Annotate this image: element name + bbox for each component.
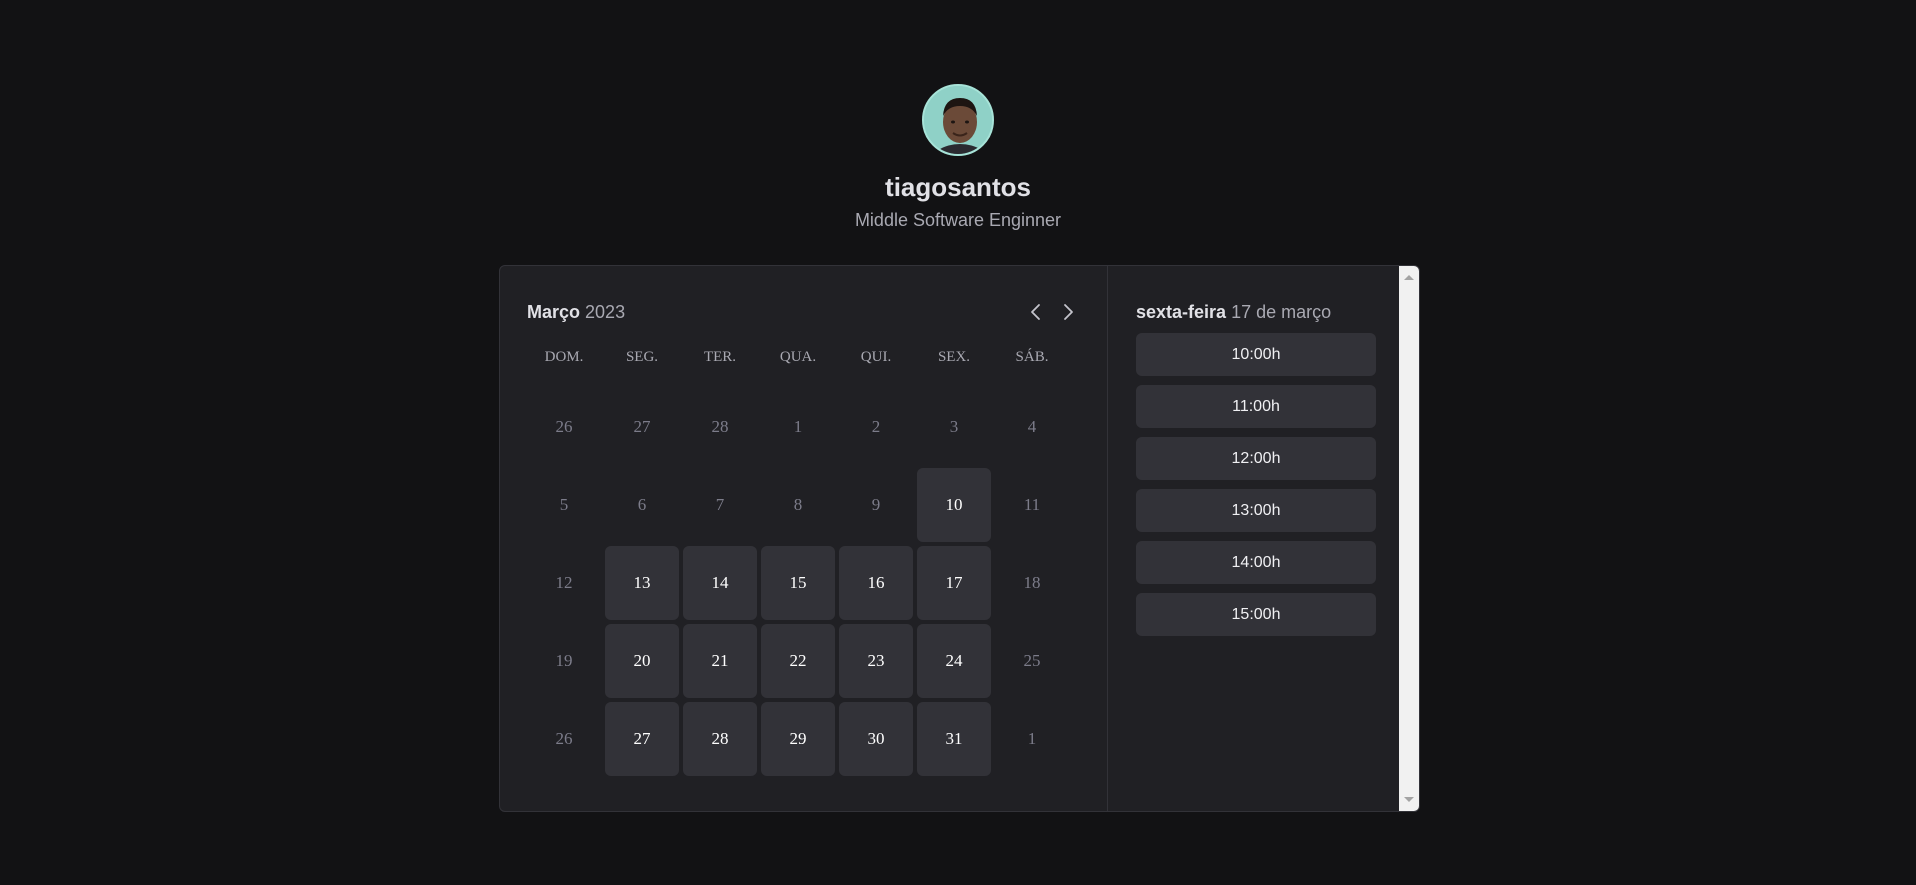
- chevron-left-icon: [1031, 304, 1040, 320]
- calendar-day-available[interactable]: 29: [761, 702, 835, 776]
- calendar-day-disabled: 3: [949, 417, 959, 436]
- calendar-day-disabled: 6: [637, 495, 647, 514]
- scheduling-card: Março 2023 DOM. SEG. TER. QUA. QUI. SEX. SÁB. …: [499, 265, 1420, 812]
- weekday-label: SEX.: [937, 348, 971, 365]
- calendar-day-available[interactable]: 27: [605, 702, 679, 776]
- month-label: Março: [527, 301, 581, 322]
- calendar-days-grid: 26 27 28 1 2 3 4 5 6 7 8 9 10 11 12 13 14 15 16 17 18 19 20 21 2…: [527, 390, 1080, 776]
- scroll-down-arrow-icon[interactable]: [1404, 797, 1414, 802]
- previous-month-button[interactable]: [1024, 300, 1048, 324]
- weekday-label: DOM.: [544, 348, 584, 365]
- calendar-day-disabled: 7: [715, 495, 725, 514]
- calendar: Março 2023 DOM. SEG. TER. QUA. QUI. SEX. SÁB. …: [500, 266, 1107, 811]
- weekday-label: TER.: [703, 348, 737, 365]
- time-picker: sexta-feira 17 de março 10:00h 11:00h 12:0…: [1107, 266, 1401, 811]
- weekday-label: QUI.: [860, 348, 892, 365]
- selected-date-title: sexta-feira 17 de março: [1136, 296, 1373, 328]
- calendar-day-available[interactable]: 24: [917, 624, 991, 698]
- avatar: [922, 84, 994, 156]
- calendar-day-disabled: 8: [793, 495, 803, 514]
- scrollbar[interactable]: [1399, 266, 1419, 811]
- time-slot-list: 10:00h 11:00h 12:00h 13:00h 14:00h 15:00h: [1136, 333, 1376, 636]
- calendar-day-disabled: 12: [555, 573, 573, 592]
- time-slot-button[interactable]: 12:00h: [1136, 437, 1376, 480]
- calendar-day-available[interactable]: 15: [761, 546, 835, 620]
- calendar-day-disabled: 1: [793, 417, 803, 436]
- calendar-day-available[interactable]: 22: [761, 624, 835, 698]
- calendar-day-available[interactable]: 14: [683, 546, 757, 620]
- username: tiagosantos: [885, 172, 1031, 202]
- calendar-day-disabled: 5: [559, 495, 569, 514]
- calendar-day-available[interactable]: 10: [917, 468, 991, 542]
- next-month-button[interactable]: [1056, 300, 1080, 324]
- profile-header: tiagosantos Middle Software Enginner: [0, 84, 1916, 232]
- scroll-up-arrow-icon[interactable]: [1404, 275, 1414, 280]
- calendar-day-available[interactable]: 13: [605, 546, 679, 620]
- calendar-header: Março 2023: [527, 296, 1080, 328]
- chevron-right-icon: [1064, 304, 1073, 320]
- calendar-day-available[interactable]: 17: [917, 546, 991, 620]
- calendar-day-disabled: 11: [1023, 495, 1041, 514]
- month-navigation: [1024, 300, 1080, 324]
- calendar-day-disabled: 2: [871, 417, 881, 436]
- time-slot-button[interactable]: 10:00h: [1136, 333, 1376, 376]
- user-role: Middle Software Enginner: [854, 210, 1062, 230]
- selected-date: 17 de março: [1231, 301, 1332, 322]
- month-title: Março 2023: [527, 302, 625, 323]
- time-slot-button[interactable]: 13:00h: [1136, 489, 1376, 532]
- time-slot-button[interactable]: 14:00h: [1136, 541, 1376, 584]
- time-slot-button[interactable]: 15:00h: [1136, 593, 1376, 636]
- calendar-day-available[interactable]: 23: [839, 624, 913, 698]
- weekday-header-row: DOM. SEG. TER. QUA. QUI. SEX. SÁB.: [527, 346, 1080, 368]
- weekday-label: QUA.: [779, 348, 817, 365]
- calendar-day-disabled: 26: [555, 729, 573, 748]
- weekday-label: SEG.: [625, 348, 659, 365]
- calendar-day-available[interactable]: 16: [839, 546, 913, 620]
- calendar-day-available[interactable]: 31: [917, 702, 991, 776]
- calendar-day-disabled: 9: [871, 495, 881, 514]
- calendar-day-disabled: 26: [555, 417, 573, 436]
- calendar-day-available[interactable]: 21: [683, 624, 757, 698]
- calendar-day-disabled: 25: [1023, 651, 1041, 670]
- calendar-day-disabled: 18: [1023, 573, 1041, 592]
- selected-weekday: sexta-feira: [1136, 301, 1227, 322]
- calendar-day-disabled: 19: [555, 651, 573, 670]
- calendar-day-available[interactable]: 30: [839, 702, 913, 776]
- calendar-day-disabled: 28: [711, 417, 729, 436]
- calendar-day-disabled: 1: [1027, 729, 1037, 748]
- calendar-day-available[interactable]: 28: [683, 702, 757, 776]
- weekday-label: SÁB.: [1015, 348, 1049, 365]
- calendar-day-disabled: 4: [1027, 417, 1037, 436]
- calendar-day-available[interactable]: 20: [605, 624, 679, 698]
- time-slot-button[interactable]: 11:00h: [1136, 385, 1376, 428]
- calendar-day-disabled: 27: [633, 417, 651, 436]
- avatar-photo-icon: [924, 86, 992, 154]
- year-label: 2023: [585, 301, 626, 322]
